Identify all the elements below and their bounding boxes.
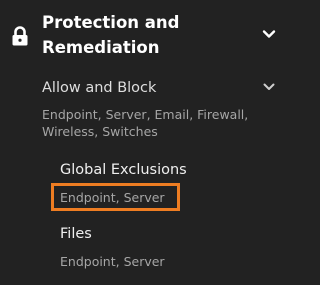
sidebar-nav: Protection and Remediation Allow and Blo… [0, 0, 296, 285]
section-title: Protection and Remediation [42, 13, 180, 57]
chevron-down-icon[interactable] [262, 29, 276, 39]
chevron-down-icon[interactable] [262, 82, 276, 92]
nav-item-title: Files [60, 226, 92, 242]
group-title: Allow and Block [42, 80, 157, 96]
nav-item-subtitle: Endpoint, Server [60, 254, 165, 269]
group-header-allow-block[interactable]: Allow and Block [0, 74, 296, 102]
highlight-box [51, 183, 180, 211]
nav-item-title: Global Exclusions [60, 162, 187, 178]
group-subtitle: Endpoint, Server, Email, Firewall, Wirel… [42, 107, 249, 139]
section-header-protection-remediation[interactable]: Protection and Remediation [0, 0, 296, 66]
nav-item-files[interactable]: Files Endpoint, Server [0, 222, 296, 278]
lock-icon [12, 26, 28, 46]
